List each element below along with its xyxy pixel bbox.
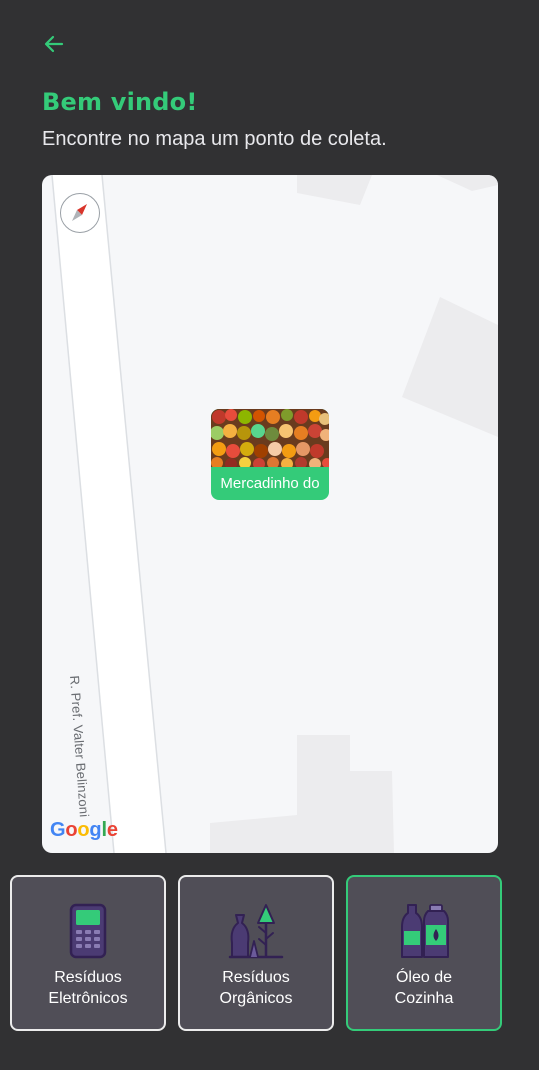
electronic-device-icon bbox=[69, 903, 107, 959]
marker-label: Mercadinho do bbox=[220, 475, 320, 492]
category-label: Resíduos Eletrônicos bbox=[48, 969, 128, 1007]
category-organic-waste[interactable]: Resíduos Orgânicos bbox=[178, 875, 334, 1031]
compass-icon bbox=[72, 204, 87, 221]
map-background bbox=[51, 175, 498, 853]
compass-button[interactable] bbox=[60, 193, 100, 233]
organic-waste-icon bbox=[228, 904, 284, 959]
google-logo-letter: o bbox=[77, 819, 90, 841]
category-cooking-oil[interactable]: Óleo de Cozinha bbox=[346, 875, 502, 1031]
collection-point-marker[interactable]: Mercadinho do bbox=[211, 409, 329, 500]
cooking-oil-bottles-icon bbox=[401, 904, 449, 958]
points-map-screen: Bem vindo! Encontre no mapa um ponto de … bbox=[0, 0, 539, 1070]
category-label: Resíduos Orgânicos bbox=[219, 969, 293, 1007]
fruit-stand-photo bbox=[211, 409, 329, 467]
category-electronic-waste[interactable]: Resíduos Eletrônicos bbox=[10, 875, 166, 1031]
arrow-left-icon bbox=[44, 35, 64, 53]
google-logo-letter: G bbox=[50, 819, 66, 841]
page-title: Bem vindo! bbox=[42, 88, 198, 116]
google-logo-letter: o bbox=[65, 819, 78, 841]
category-label: Óleo de Cozinha bbox=[394, 969, 454, 1007]
back-button[interactable] bbox=[36, 26, 72, 62]
map-view[interactable]: R. Pref. Valter Belinzoni Mercadinho do … bbox=[42, 175, 498, 853]
google-logo-letter: g bbox=[89, 819, 102, 841]
google-logo: Google bbox=[50, 819, 118, 842]
google-logo-letter: e bbox=[106, 819, 118, 841]
page-subtitle: Encontre no mapa um ponto de coleta. bbox=[42, 128, 387, 150]
